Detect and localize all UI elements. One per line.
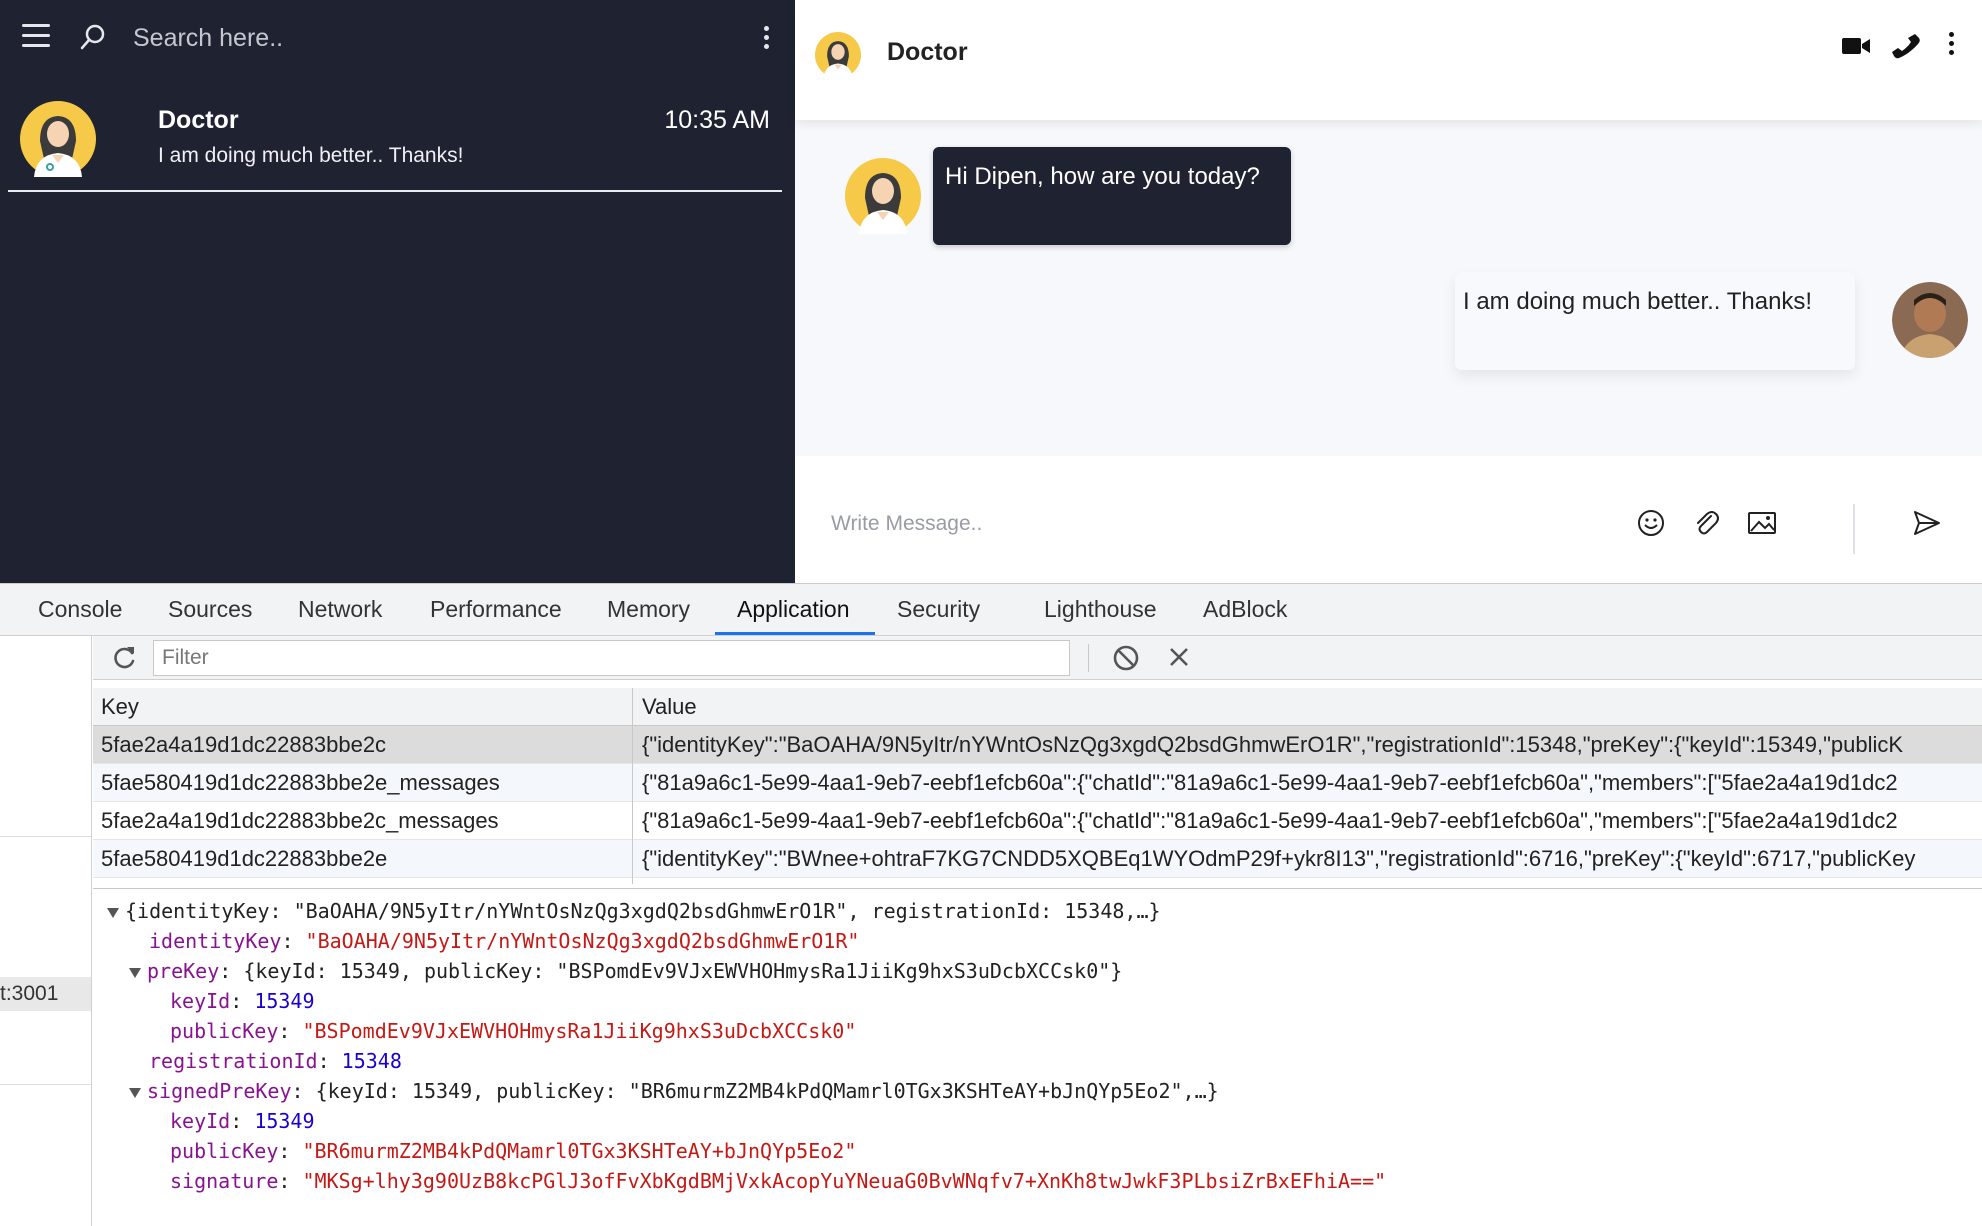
row-key: 5fae580419d1dc22883bbe2e (101, 846, 388, 871)
storage-origin-item[interactable]: t:3001 (0, 977, 91, 1011)
incoming-message: Hi Dipen, how are you today? (933, 147, 1291, 245)
devtools-tab-bar: Console Sources Network Performance Memo… (0, 584, 1982, 636)
storage-table: Key Value 5fae2a4a19d1dc22883bbe2c {"ide… (93, 688, 1982, 884)
image-icon[interactable] (1747, 508, 1777, 538)
table-row[interactable]: 5fae580419d1dc22883bbe2e_messages {"81a9… (93, 764, 1982, 802)
tab-adblock[interactable]: AdBlock (1203, 596, 1287, 623)
phone-call-icon[interactable] (1891, 32, 1923, 60)
column-header-key[interactable]: Key (101, 694, 713, 720)
devtools-panel: Console Sources Network Performance Memo… (0, 583, 1982, 1226)
json-line: keyId: 15349 (170, 989, 315, 1013)
json-line: signature: "MKSg+lhy3g90UzB8kcPGlJ3ofFvX… (170, 1169, 1387, 1193)
video-call-icon[interactable] (1840, 32, 1872, 60)
json-line: publicKey: "BR6murmZ2MB4kPdQMamrl0TGx3KS… (170, 1139, 857, 1163)
expand-arrow-icon[interactable] (129, 1087, 141, 1098)
json-line: keyId: 15349 (170, 1109, 315, 1133)
tab-network[interactable]: Network (298, 596, 382, 623)
signature-value: "MKSg+lhy3g90UzB8kcPGlJ3ofFvXbKgdBMjVxkA… (302, 1169, 1387, 1193)
json-line[interactable]: preKey: {keyId: 15349, publicKey: "BSPom… (129, 959, 1122, 983)
doctor-avatar (815, 32, 861, 78)
search-input[interactable] (133, 18, 733, 58)
table-header: Key Value (93, 688, 1982, 726)
prekey-keyid-value: 15349 (254, 989, 315, 1013)
tab-sources[interactable]: Sources (168, 596, 252, 623)
table-row[interactable]: 5fae580419d1dc22883bbe2e {"identityKey":… (93, 840, 1982, 878)
tab-performance[interactable]: Performance (430, 596, 562, 623)
json-root-line[interactable]: {identityKey: "BaOAHA/9N5yItr/nYWntOsNzQ… (107, 899, 1161, 923)
tab-application[interactable]: Application (737, 596, 850, 623)
active-tab-indicator (715, 632, 875, 635)
storage-toolbar (93, 636, 1982, 680)
chat-header: Doctor (795, 0, 1982, 120)
hamburger-menu-icon[interactable] (22, 24, 50, 50)
message-composer (795, 456, 1982, 583)
tab-security[interactable]: Security (897, 596, 980, 623)
chat-title: Doctor (887, 38, 968, 66)
registration-id-value: 15348 (341, 1049, 402, 1073)
tab-console[interactable]: Console (38, 596, 122, 623)
column-separator (632, 688, 633, 884)
user-avatar (1892, 282, 1968, 358)
row-value: {"81a9a6c1-5e99-4aa1-9eb7-eebf1efcb60a":… (642, 770, 1898, 795)
json-summary: {identityKey: "BaOAHA/9N5yItr/nYWntOsNzQ… (125, 899, 1161, 923)
sidebar-divider (0, 1084, 91, 1085)
conversation-time: 10:35 AM (664, 106, 770, 134)
signed-prekey-summary: {keyId: 15349, publicKey: "BR6murmZ2MB4k… (315, 1079, 1219, 1103)
row-key: 5fae2a4a19d1dc22883bbe2c (101, 732, 387, 757)
table-row[interactable]: 5fae2a4a19d1dc22883bbe2c_messages {"81a9… (93, 802, 1982, 840)
send-icon[interactable] (1912, 508, 1942, 538)
expand-arrow-icon[interactable] (107, 907, 119, 918)
filter-input[interactable] (153, 640, 1070, 676)
more-options-icon[interactable] (760, 26, 772, 52)
clear-all-icon[interactable] (1112, 644, 1140, 672)
sidebar-header (0, 0, 795, 76)
tab-memory[interactable]: Memory (607, 596, 690, 623)
composer-divider (1853, 504, 1855, 554)
attachment-icon[interactable] (1691, 508, 1721, 538)
json-line: registrationId: 15348 (149, 1049, 402, 1073)
signed-prekey-keyid-value: 15349 (254, 1109, 315, 1133)
more-options-icon[interactable] (1945, 32, 1957, 60)
doctor-avatar (20, 101, 96, 177)
doctor-avatar (845, 158, 921, 234)
sidebar-divider (0, 836, 91, 837)
chat-sidebar: Doctor 10:35 AM I am doing much better..… (0, 0, 795, 583)
row-value: {"identityKey":"BaOAHA/9N5yItr/nYWntOsNz… (642, 732, 1904, 757)
signed-prekey-publickey-value: "BR6murmZ2MB4kPdQMamrl0TGx3KSHTeAY+bJnQY… (302, 1139, 857, 1163)
value-preview: {identityKey: "BaOAHA/9N5yItr/nYWntOsNzQ… (93, 888, 1982, 1226)
json-line[interactable]: signedPreKey: {keyId: 15349, publicKey: … (129, 1079, 1219, 1103)
chat-pane: Doctor Hi Dipen, how are you today? I am… (795, 0, 1982, 583)
tab-lighthouse[interactable]: Lighthouse (1044, 596, 1157, 623)
search-icon[interactable] (78, 22, 108, 52)
delete-selected-icon[interactable] (1166, 644, 1192, 670)
row-value: {"identityKey":"BWnee+ohtraF7KG7CNDD5XQB… (642, 846, 1916, 871)
conversation-preview: I am doing much better.. Thanks! (158, 144, 464, 167)
json-line: publicKey: "BSPomdEv9VJxEWVHOHmysRa1JiiK… (170, 1019, 857, 1043)
conversation-name: Doctor (158, 106, 239, 134)
json-line: identityKey: "BaOAHA/9N5yItr/nYWntOsNzQg… (149, 929, 860, 953)
emoji-icon[interactable] (1636, 508, 1666, 538)
prekey-summary: {keyId: 15349, publicKey: "BSPomdEv9VJxE… (243, 959, 1123, 983)
row-key: 5fae2a4a19d1dc22883bbe2c_messages (101, 808, 499, 833)
identity-key-value: "BaOAHA/9N5yItr/nYWntOsNzQg3xgdQ2bsdGhmw… (305, 929, 860, 953)
conversation-item[interactable]: Doctor 10:35 AM I am doing much better..… (8, 90, 782, 192)
row-key: 5fae580419d1dc22883bbe2e_messages (101, 770, 500, 795)
refresh-icon[interactable] (110, 644, 138, 672)
prekey-publickey-value: "BSPomdEv9VJxEWVHOHmysRa1JiiKg9hxS3uDcbX… (302, 1019, 857, 1043)
outgoing-message: I am doing much better.. Thanks! (1455, 272, 1855, 370)
message-input[interactable] (831, 504, 1591, 544)
table-row[interactable]: 5fae2a4a19d1dc22883bbe2c {"identityKey":… (93, 726, 1982, 764)
toolbar-separator (1088, 644, 1089, 672)
column-header-value[interactable]: Value (642, 694, 1982, 720)
row-value: {"81a9a6c1-5e99-4aa1-9eb7-eebf1efcb60a":… (642, 808, 1898, 833)
chat-app: Doctor 10:35 AM I am doing much better..… (0, 0, 1982, 583)
expand-arrow-icon[interactable] (129, 967, 141, 978)
application-sidebar: t:3001 (0, 636, 92, 1226)
